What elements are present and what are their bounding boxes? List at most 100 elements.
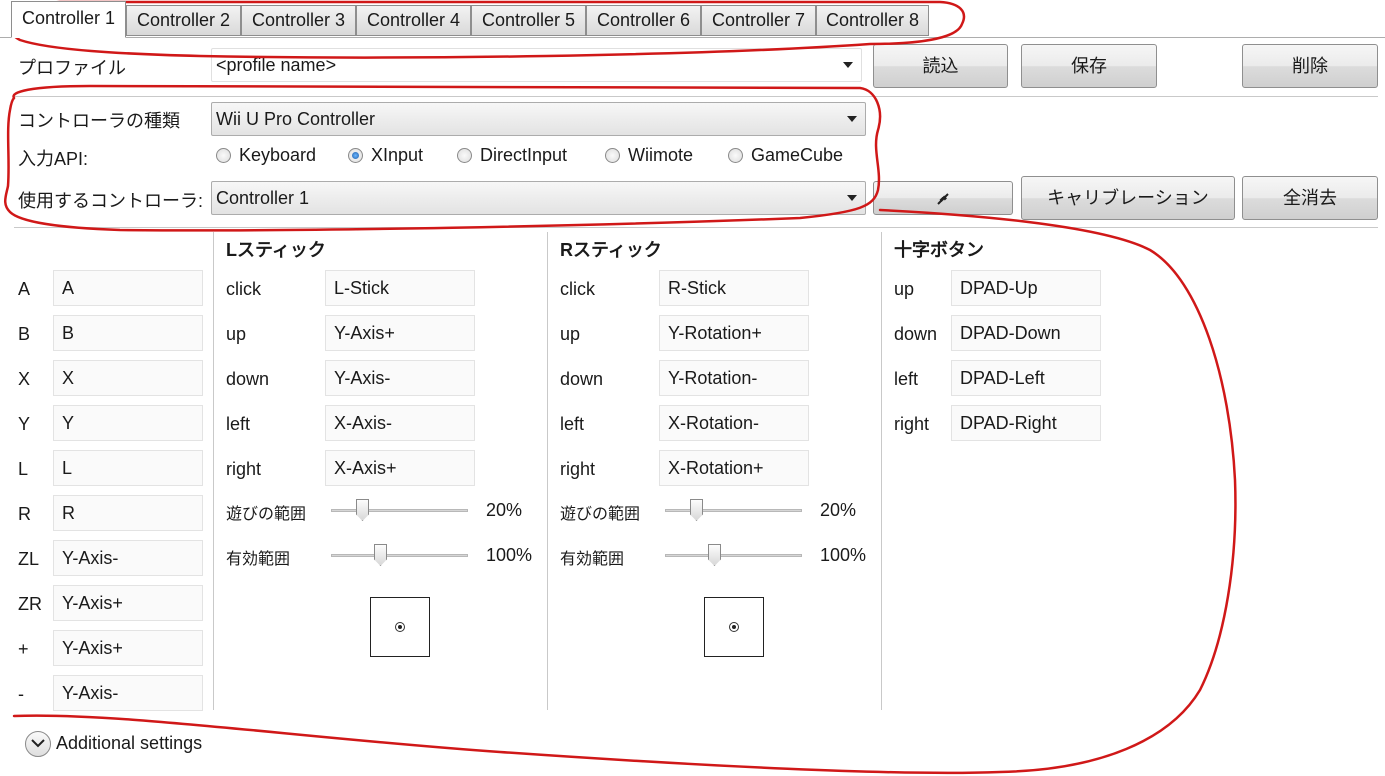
dpad-label-down: down — [894, 324, 938, 344]
lstick-range-label: 有効範囲 — [226, 551, 291, 568]
radio-gamecube[interactable]: GameCube — [728, 145, 843, 166]
button-label-b: B — [18, 324, 31, 344]
radio-directinput[interactable]: DirectInput — [457, 145, 567, 166]
column-divider — [547, 232, 548, 710]
button-binding-plus[interactable]: Y-Axis+ — [53, 630, 203, 666]
dpad-binding-right[interactable]: DPAD-Right — [951, 405, 1101, 441]
load-button[interactable]: 読込 — [873, 44, 1008, 88]
button-binding-x[interactable]: X — [53, 360, 203, 396]
column-divider — [881, 232, 882, 710]
rstick-label-down: down — [560, 369, 604, 389]
tab-controller-2[interactable]: Controller 2 — [126, 5, 241, 36]
slider-thumb[interactable] — [374, 544, 387, 566]
button-binding-r[interactable]: R — [53, 495, 203, 531]
connect-button[interactable] — [873, 181, 1013, 215]
lstick-position-preview — [370, 597, 430, 657]
profile-combobox[interactable]: <profile name> — [211, 48, 862, 82]
rstick-label-left: left — [560, 414, 585, 434]
lstick-label-right: right — [226, 459, 262, 479]
slider-thumb[interactable] — [708, 544, 721, 566]
use-controller-combobox[interactable]: Controller 1 — [211, 181, 866, 215]
radio-keyboard-label: Keyboard — [239, 145, 317, 165]
slider-track — [665, 554, 802, 557]
delete-button[interactable]: 削除 — [1242, 44, 1378, 88]
rstick-label-up: up — [560, 324, 581, 344]
rstick-label-right: right — [560, 459, 596, 479]
dpad-binding-up[interactable]: DPAD-Up — [951, 270, 1101, 306]
use-controller-label: 使用するコントローラ: — [18, 191, 203, 211]
divider — [14, 96, 1378, 97]
dpad-binding-left[interactable]: DPAD-Left — [951, 360, 1101, 396]
lstick-binding-click[interactable]: L-Stick — [325, 270, 475, 306]
rstick-binding-up[interactable]: Y-Rotation+ — [659, 315, 809, 351]
radio-button-icon — [457, 148, 472, 163]
rstick-binding-right[interactable]: X-Rotation+ — [659, 450, 809, 486]
tab-controller-7[interactable]: Controller 7 — [701, 5, 816, 36]
button-label-y: Y — [18, 414, 31, 434]
tab-controller-3[interactable]: Controller 3 — [241, 5, 356, 36]
rstick-binding-click[interactable]: R-Stick — [659, 270, 809, 306]
radio-wiimote-label: Wiimote — [628, 145, 694, 165]
radio-xinput-label: XInput — [371, 145, 424, 165]
tab-controller-5[interactable]: Controller 5 — [471, 5, 586, 36]
button-label-l: L — [18, 459, 29, 479]
tab-controller-8[interactable]: Controller 8 — [816, 5, 929, 36]
controller-type-value: Wii U Pro Controller — [216, 109, 376, 129]
button-binding-zr[interactable]: Y-Axis+ — [53, 585, 203, 621]
lstick-title: Lスティック — [226, 240, 326, 260]
rstick-deadzone-slider[interactable] — [665, 499, 802, 521]
controller-tab-strip: Controller 1 Controller 2 Controller 3 C… — [0, 0, 1385, 38]
lstick-binding-right[interactable]: X-Axis+ — [325, 450, 475, 486]
radio-wiimote[interactable]: Wiimote — [605, 145, 693, 166]
clear-all-button[interactable]: 全消去 — [1242, 176, 1378, 220]
rstick-deadzone-value: 20% — [820, 500, 857, 520]
radio-directinput-label: DirectInput — [480, 145, 568, 165]
lstick-label-up: up — [226, 324, 247, 344]
radio-gamecube-label: GameCube — [751, 145, 844, 165]
lstick-binding-up[interactable]: Y-Axis+ — [325, 315, 475, 351]
chevron-down-icon — [843, 62, 853, 68]
radio-keyboard[interactable]: Keyboard — [216, 145, 316, 166]
lstick-binding-left[interactable]: X-Axis- — [325, 405, 475, 441]
lstick-range-slider[interactable] — [331, 544, 468, 566]
tab-controller-4[interactable]: Controller 4 — [356, 5, 471, 36]
button-label-zr: ZR — [18, 594, 42, 614]
chevron-down-icon — [31, 739, 45, 748]
radio-xinput[interactable]: XInput — [348, 145, 423, 166]
tab-controller-1[interactable]: Controller 1 — [11, 1, 126, 38]
rstick-binding-left[interactable]: X-Rotation- — [659, 405, 809, 441]
stick-position-dot — [729, 622, 739, 632]
slider-thumb[interactable] — [356, 499, 369, 521]
lstick-deadzone-slider[interactable] — [331, 499, 468, 521]
radio-button-icon — [728, 148, 743, 163]
slider-thumb[interactable] — [690, 499, 703, 521]
button-binding-y[interactable]: Y — [53, 405, 203, 441]
save-button[interactable]: 保存 — [1021, 44, 1157, 88]
slider-track — [331, 554, 468, 557]
button-binding-b[interactable]: B — [53, 315, 203, 351]
input-api-label: 入力API: — [18, 149, 89, 169]
slider-track — [331, 509, 468, 512]
profile-label: プロファイル — [18, 58, 126, 78]
calibration-button[interactable]: キャリブレーション — [1021, 176, 1235, 220]
button-binding-a[interactable]: A — [53, 270, 203, 306]
radio-button-selected-icon — [348, 148, 363, 163]
dpad-label-up: up — [894, 279, 915, 299]
dpad-binding-down[interactable]: DPAD-Down — [951, 315, 1101, 351]
button-label-plus: + — [18, 639, 29, 659]
lstick-binding-down[interactable]: Y-Axis- — [325, 360, 475, 396]
additional-settings-label[interactable]: Additional settings — [56, 733, 202, 754]
rstick-range-slider[interactable] — [665, 544, 802, 566]
tab-controller-6[interactable]: Controller 6 — [586, 5, 701, 36]
lstick-label-click: click — [226, 279, 261, 299]
button-binding-minus[interactable]: Y-Axis- — [53, 675, 203, 711]
lstick-label-down: down — [226, 369, 270, 389]
lstick-deadzone-value: 20% — [486, 500, 523, 520]
rstick-binding-down[interactable]: Y-Rotation- — [659, 360, 809, 396]
controller-type-combobox[interactable]: Wii U Pro Controller — [211, 102, 866, 136]
button-binding-zl[interactable]: Y-Axis- — [53, 540, 203, 576]
dpad-title: 十字ボタン — [894, 240, 984, 260]
button-binding-l[interactable]: L — [53, 450, 203, 486]
dpad-label-left: left — [894, 369, 919, 389]
expand-additional-settings-button[interactable] — [25, 731, 51, 757]
